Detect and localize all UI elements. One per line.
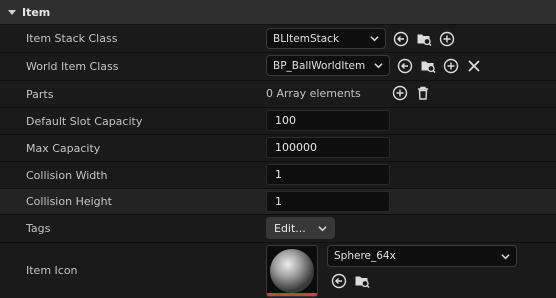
- property-label: Tags: [26, 222, 51, 235]
- browse-folder-icon[interactable]: [416, 31, 432, 47]
- combo-value: BP_BallWorldItem: [273, 59, 366, 72]
- asset-type-color-bar: [267, 293, 317, 296]
- item-icon-value: Sphere_64x: [266, 245, 517, 297]
- chevron-down-icon: [501, 253, 510, 259]
- item-icon-combo[interactable]: Sphere_64x: [327, 245, 517, 267]
- combo-value: BLItemStack: [273, 32, 340, 45]
- property-label: World Item Class: [26, 60, 119, 73]
- default-slot-capacity-value: 100: [266, 110, 390, 131]
- use-selected-icon[interactable]: [331, 273, 347, 289]
- chevron-down-icon[interactable]: [8, 8, 16, 16]
- sphere-preview-image: [270, 249, 314, 293]
- trash-icon[interactable]: [415, 85, 431, 101]
- world-item-class-combo[interactable]: BP_BallWorldItem: [266, 55, 390, 76]
- array-count: 0 Array elements: [266, 86, 361, 100]
- parts-value: 0 Array elements: [266, 85, 431, 101]
- chevron-down-icon: [370, 36, 379, 42]
- browse-folder-icon[interactable]: [354, 273, 370, 289]
- item-stack-class-combo[interactable]: BLItemStack: [266, 28, 386, 49]
- property-label: Collision Width: [26, 168, 108, 182]
- details-panel: Item Item Stack Class BLItemStack World …: [0, 0, 556, 298]
- close-icon[interactable]: [466, 58, 482, 74]
- default-slot-capacity-input[interactable]: 100: [266, 110, 390, 131]
- property-label: Max Capacity: [26, 141, 101, 155]
- edit-tags-label: Edit...: [274, 221, 306, 235]
- property-label: Parts: [26, 87, 54, 101]
- tags-value: Edit...: [266, 217, 335, 239]
- max-capacity-value: 100000: [266, 137, 390, 158]
- chevron-down-icon: [374, 63, 383, 69]
- browse-folder-icon[interactable]: [420, 58, 436, 74]
- chevron-down-icon: [318, 225, 327, 231]
- property-label: Item Stack Class: [26, 32, 118, 45]
- use-selected-icon[interactable]: [393, 31, 409, 47]
- section-title: Item: [22, 5, 51, 19]
- world-item-class-value: BP_BallWorldItem: [266, 55, 482, 76]
- use-selected-icon[interactable]: [397, 58, 413, 74]
- item-icon-buttons: [324, 273, 517, 289]
- property-label: Item Icon: [26, 264, 78, 277]
- add-icon[interactable]: [392, 85, 408, 101]
- max-capacity-input[interactable]: 100000: [266, 137, 390, 158]
- collision-height-input[interactable]: 1: [266, 191, 390, 212]
- property-label: Default Slot Capacity: [26, 114, 143, 128]
- combo-value: Sphere_64x: [334, 250, 396, 262]
- collision-width-value: 1: [266, 164, 390, 185]
- property-label: Collision Height: [26, 195, 112, 208]
- collision-width-input[interactable]: 1: [266, 164, 390, 185]
- item-stack-class-value: BLItemStack: [266, 28, 455, 49]
- edit-tags-button[interactable]: Edit...: [266, 217, 335, 239]
- section-header-item[interactable]: Item: [0, 0, 556, 25]
- add-icon[interactable]: [443, 58, 459, 74]
- item-icon-controls: Sphere_64x: [327, 245, 517, 289]
- texture-thumbnail[interactable]: [266, 245, 318, 297]
- add-icon[interactable]: [439, 31, 455, 47]
- collision-height-value: 1: [266, 191, 390, 212]
